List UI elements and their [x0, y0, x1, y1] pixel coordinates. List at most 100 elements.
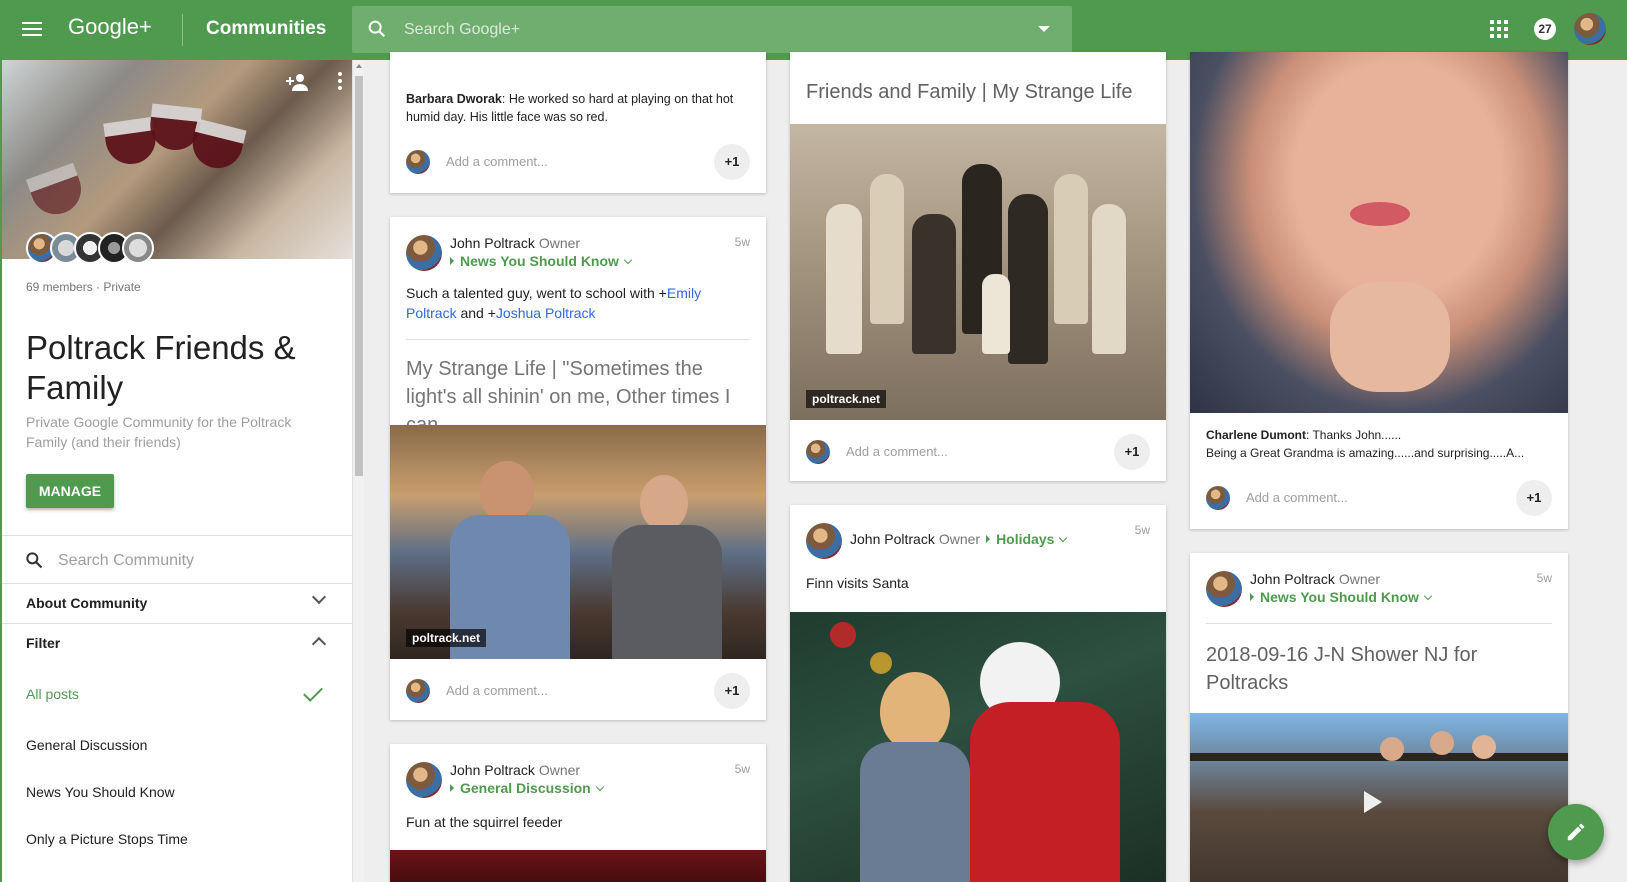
user-avatar	[406, 150, 430, 174]
video-thumbnail[interactable]	[1190, 713, 1568, 882]
post-category[interactable]: News You Should Know	[450, 253, 633, 269]
scroll-up-arrow[interactable]	[356, 64, 362, 68]
post-image[interactable]	[1190, 52, 1568, 413]
comment-snippet: Barbara Dworak: He worked so hard at pla…	[406, 90, 746, 126]
add-member-icon[interactable]	[286, 72, 310, 92]
global-search-bar[interactable]	[352, 6, 1072, 53]
baby-image	[1330, 282, 1450, 392]
more-vert-icon[interactable]	[337, 72, 343, 92]
arrow-right-icon	[450, 257, 454, 265]
community-search-input[interactable]	[58, 548, 318, 574]
comment-text: Being a Great Grandma is amazing......an…	[1206, 446, 1525, 460]
manage-button[interactable]: MANAGE	[26, 474, 114, 508]
comment-row: Add a comment... +1	[806, 432, 1150, 472]
play-icon[interactable]	[1364, 791, 1382, 813]
post-author[interactable]: John Poltrack Owner Holidays	[850, 531, 1068, 547]
category-label: Holidays	[996, 531, 1055, 547]
post-card: Charlene Dumont: Thanks John...... Being …	[1190, 52, 1568, 529]
author-name[interactable]: John Poltrack	[450, 235, 535, 251]
link-preview-image[interactable]: poltrack.net	[390, 425, 766, 659]
filter-only-a-picture-stops-time[interactable]: Only a Picture Stops Time	[26, 831, 188, 847]
category-label: News You Should Know	[460, 253, 619, 269]
filter-news-you-should-know[interactable]: News You Should Know	[26, 784, 175, 800]
chevron-up-icon	[311, 636, 327, 652]
add-comment-input[interactable]: Add a comment...	[846, 444, 948, 459]
person-image	[640, 475, 688, 531]
author-avatar[interactable]	[1206, 571, 1242, 607]
ornament-image	[870, 652, 892, 674]
chevron-down-icon	[595, 782, 604, 792]
chevron-down-icon	[623, 255, 633, 265]
global-search-input[interactable]	[404, 16, 1004, 44]
category-label: News You Should Know	[1260, 589, 1419, 605]
menu-icon[interactable]	[20, 18, 44, 42]
post-time: 5w	[734, 235, 750, 249]
member-avatar[interactable]	[122, 232, 154, 264]
post-header: John Poltrack Owner General Discussion	[406, 760, 756, 808]
comment-author[interactable]: Barbara Dworak	[406, 92, 502, 106]
notification-badge[interactable]: 27	[1534, 18, 1556, 40]
comment-author[interactable]: Charlene Dumont	[1206, 428, 1306, 442]
post-header: John Poltrack Owner News You Should Know	[406, 233, 756, 281]
author-avatar[interactable]	[406, 235, 442, 271]
post-header: John Poltrack Owner Holidays	[806, 521, 1156, 569]
add-comment-input[interactable]: Add a comment...	[446, 683, 548, 698]
comment-row: Add a comment... +1	[406, 142, 750, 182]
family-photo	[826, 164, 1126, 394]
check-icon	[303, 682, 323, 702]
plus-one-button[interactable]: +1	[1114, 434, 1150, 470]
post-category[interactable]: News You Should Know	[1250, 589, 1433, 605]
scroll-thumb[interactable]	[355, 76, 363, 476]
filter-row[interactable]: Filter	[2, 623, 342, 663]
header-divider	[182, 14, 183, 46]
link-preview-title[interactable]: Friends and Family | My Strange Life	[806, 78, 1152, 106]
apps-icon[interactable]	[1490, 20, 1508, 38]
comment-text: : Thanks John......	[1306, 428, 1402, 442]
about-community-row[interactable]: About Community	[2, 583, 342, 623]
post-category[interactable]: General Discussion	[450, 780, 604, 796]
author-name[interactable]: John Poltrack	[1250, 571, 1335, 587]
user-avatar	[1206, 486, 1230, 510]
edit-fab-button[interactable]	[1548, 804, 1604, 860]
post-time: 5w	[1134, 523, 1150, 537]
add-comment-input[interactable]: Add a comment...	[446, 154, 548, 169]
google-plus-logo[interactable]: Google+	[68, 14, 152, 40]
sidebar-scrollbar[interactable]	[352, 60, 364, 882]
about-community-label: About Community	[26, 595, 148, 611]
author-role: Owner	[1338, 571, 1381, 587]
person-image	[480, 461, 534, 521]
post-image[interactable]	[390, 850, 766, 882]
search-dropdown-icon[interactable]	[1038, 26, 1050, 32]
add-comment-input[interactable]: Add a comment...	[1246, 490, 1348, 505]
person-image	[612, 525, 722, 659]
account-avatar[interactable]	[1574, 13, 1606, 45]
post-header: John Poltrack Owner News You Should Know	[1206, 569, 1556, 617]
edit-icon	[1567, 823, 1585, 841]
community-search[interactable]	[2, 536, 352, 584]
author-name[interactable]: John Poltrack	[850, 531, 935, 547]
filter-all-posts[interactable]: All posts	[26, 686, 79, 702]
link-preview-title[interactable]: 2018-09-16 J-N Shower NJ for Poltracks	[1206, 641, 1552, 697]
post-card: Friends and Family | My Strange Life pol…	[790, 52, 1166, 481]
plus-one-button[interactable]: +1	[714, 144, 750, 180]
post-author[interactable]: John Poltrack Owner	[1250, 571, 1380, 587]
mention-link[interactable]: Joshua Poltrack	[496, 305, 596, 321]
post-author[interactable]: John Poltrack Owner	[450, 762, 580, 778]
post-image[interactable]	[790, 612, 1166, 882]
post-author[interactable]: John Poltrack Owner	[450, 235, 580, 251]
community-description: Private Google Community for the Poltrac…	[26, 414, 292, 450]
filter-general-discussion[interactable]: General Discussion	[26, 737, 147, 753]
comment-row: Add a comment... +1	[1206, 478, 1552, 518]
link-preview-image[interactable]: poltrack.net	[790, 124, 1166, 420]
author-avatar[interactable]	[406, 762, 442, 798]
author-name[interactable]: John Poltrack	[450, 762, 535, 778]
post-category[interactable]: Holidays	[986, 531, 1068, 547]
plus-one-button[interactable]: +1	[1516, 480, 1552, 516]
chevron-down-icon	[311, 589, 327, 605]
search-icon	[26, 552, 43, 569]
author-avatar[interactable]	[806, 523, 842, 559]
plus-one-button[interactable]: +1	[714, 673, 750, 709]
ornament-image	[830, 622, 856, 648]
chevron-down-icon	[1059, 533, 1068, 543]
person-image	[1430, 731, 1454, 755]
